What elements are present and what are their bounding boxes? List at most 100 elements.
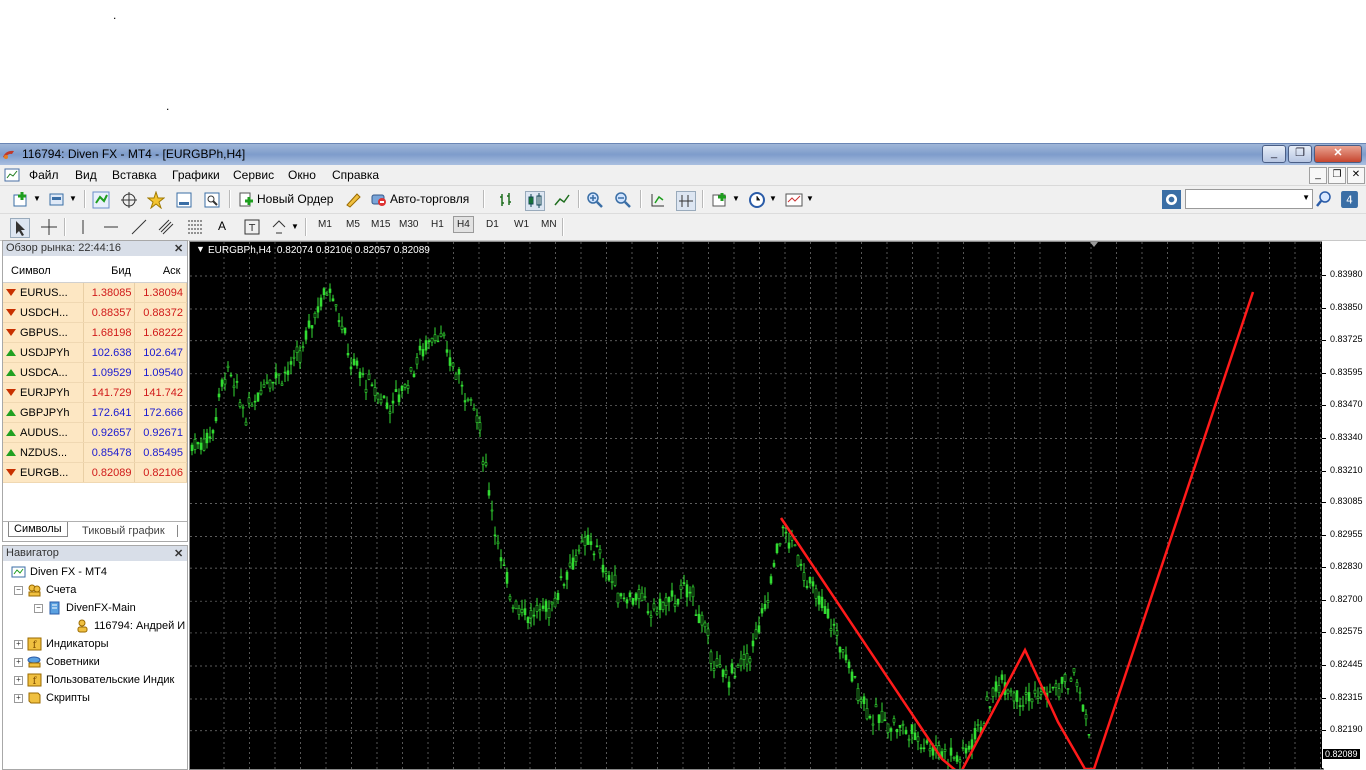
close-icon[interactable]: ✕ bbox=[174, 242, 183, 255]
timeframe-w1[interactable]: W1 bbox=[514, 219, 529, 230]
menu-help[interactable]: Справка bbox=[332, 168, 379, 182]
nav-item-account[interactable]: 116794: Андрей И bbox=[75, 619, 185, 633]
menu-window[interactable]: Окно bbox=[288, 168, 316, 182]
expand-icon[interactable]: + bbox=[14, 639, 23, 649]
periods-clock-icon[interactable] bbox=[748, 191, 766, 209]
price-axis[interactable]: 0.83980 0.83850 0.83725 0.83595 0.83470 0.833… bbox=[1322, 241, 1366, 768]
market-watch-row[interactable]: GBPUS... 1.68198 1.68222 bbox=[3, 322, 187, 343]
minimize-button[interactable]: _ bbox=[1262, 145, 1286, 163]
bar-chart-icon[interactable] bbox=[497, 191, 515, 209]
market-watch-row[interactable]: EURUS... 1.38085 1.38094 bbox=[3, 282, 187, 303]
symbol-cell[interactable]: USDJPYh bbox=[3, 342, 84, 363]
symbol-cell[interactable]: GBPUS... bbox=[3, 322, 84, 343]
mdi-minimize-button[interactable]: _ bbox=[1309, 167, 1327, 184]
market-watch-row[interactable]: EURJPYh 141.729 141.742 bbox=[3, 382, 187, 403]
chart-shift-icon[interactable] bbox=[676, 191, 696, 211]
menu-charts[interactable]: Графики bbox=[172, 168, 220, 182]
market-watch-row[interactable]: EURGB... 0.82089 0.82106 bbox=[3, 462, 187, 483]
expand-icon[interactable]: + bbox=[14, 693, 23, 703]
dropdown-arrow-icon[interactable]: ▼ bbox=[33, 194, 41, 203]
navigator-icon[interactable] bbox=[147, 191, 165, 209]
symbol-cell[interactable]: NZDUS... bbox=[3, 442, 84, 463]
chat-icon[interactable]: 4 bbox=[1340, 190, 1359, 209]
terminal-icon[interactable] bbox=[175, 191, 193, 209]
nav-item-custom-indicators[interactable]: + f Пользовательские Индик bbox=[14, 673, 174, 687]
line-chart-icon[interactable] bbox=[553, 191, 571, 209]
chart-collapse-icon[interactable]: ▼ bbox=[196, 244, 205, 254]
nav-item-experts[interactable]: + Советники bbox=[14, 655, 100, 669]
column-ask[interactable]: Аск bbox=[134, 260, 187, 283]
symbol-cell[interactable]: GBPJPYh bbox=[3, 402, 84, 423]
tab-symbols[interactable]: Символы bbox=[8, 522, 68, 537]
price-chart[interactable]: ▼ EURGBPh,H4 0.82074 0.82106 0.82057 0.8… bbox=[189, 241, 1324, 770]
timeframe-mn[interactable]: MN bbox=[541, 219, 557, 230]
search-icon[interactable] bbox=[1315, 190, 1333, 208]
autotrading-button[interactable]: Авто-торговля bbox=[371, 189, 469, 209]
timeframe-d1[interactable]: D1 bbox=[486, 219, 499, 230]
market-watch-icon[interactable] bbox=[92, 191, 110, 209]
chart-window-icon[interactable] bbox=[4, 167, 20, 183]
trendline-icon[interactable] bbox=[130, 218, 148, 236]
settings-gear-icon[interactable] bbox=[1162, 190, 1181, 209]
menu-view[interactable]: Вид bbox=[75, 168, 97, 182]
candlestick-chart-icon[interactable] bbox=[525, 191, 545, 211]
menu-tools[interactable]: Сервис bbox=[233, 168, 274, 182]
search-dropdown-icon[interactable]: ▼ bbox=[1302, 193, 1310, 202]
profiles-icon[interactable] bbox=[48, 191, 66, 209]
nav-item-server[interactable]: − DivenFX-Main bbox=[34, 601, 136, 615]
fibonacci-icon[interactable] bbox=[186, 218, 204, 236]
market-watch-row[interactable]: USDCA... 1.09529 1.09540 bbox=[3, 362, 187, 383]
timeframe-h1[interactable]: H1 bbox=[431, 219, 444, 230]
collapse-icon[interactable]: − bbox=[14, 585, 23, 595]
market-watch-row[interactable]: USDCH... 0.88357 0.88372 bbox=[3, 302, 187, 323]
new-order-button[interactable]: Новый Ордер bbox=[238, 189, 333, 209]
text-label-icon[interactable]: T bbox=[243, 218, 261, 236]
timeframe-m30[interactable]: M30 bbox=[399, 219, 418, 230]
nav-item-indicators[interactable]: + f Индикаторы bbox=[14, 637, 109, 651]
column-symbol[interactable]: Символ bbox=[3, 260, 84, 283]
market-watch-row[interactable]: USDJPYh 102.638 102.647 bbox=[3, 342, 187, 363]
text-tool-icon[interactable]: A bbox=[218, 219, 226, 233]
menu-file[interactable]: Файл bbox=[29, 168, 59, 182]
dropdown-arrow-icon[interactable]: ▼ bbox=[291, 222, 299, 231]
symbol-cell[interactable]: USDCA... bbox=[3, 362, 84, 383]
mdi-restore-button[interactable]: ❐ bbox=[1328, 167, 1346, 184]
tab-tick-chart[interactable]: Тиковый график bbox=[77, 524, 170, 538]
restore-button[interactable]: ❐ bbox=[1288, 145, 1312, 163]
close-button[interactable]: ✕ bbox=[1314, 145, 1362, 163]
search-input[interactable]: ▼ bbox=[1185, 189, 1313, 209]
mdi-close-button[interactable]: ✕ bbox=[1347, 167, 1365, 184]
symbol-cell[interactable]: AUDUS... bbox=[3, 422, 84, 443]
nav-item-scripts[interactable]: + Скрипты bbox=[14, 691, 90, 705]
market-watch-row[interactable]: GBPJPYh 172.641 172.666 bbox=[3, 402, 187, 423]
market-watch-row[interactable]: AUDUS... 0.92657 0.92671 bbox=[3, 422, 187, 443]
nav-item-accounts[interactable]: − Счета bbox=[14, 583, 76, 597]
indicators-list-icon[interactable] bbox=[711, 191, 729, 209]
data-window-icon[interactable] bbox=[120, 191, 138, 209]
zoom-out-icon[interactable] bbox=[614, 191, 632, 209]
expand-icon[interactable]: + bbox=[14, 657, 23, 667]
dropdown-arrow-icon[interactable]: ▼ bbox=[769, 194, 777, 203]
horizontal-line-icon[interactable] bbox=[102, 218, 120, 236]
collapse-icon[interactable]: − bbox=[34, 603, 43, 613]
templates-icon[interactable] bbox=[785, 191, 803, 209]
timeframe-h4[interactable]: H4 bbox=[453, 216, 474, 233]
close-icon[interactable]: ✕ bbox=[174, 547, 183, 560]
crosshair-icon[interactable] bbox=[40, 218, 58, 236]
nav-item-terminal[interactable]: Diven FX - MT4 bbox=[11, 565, 107, 579]
expand-icon[interactable]: + bbox=[14, 675, 23, 685]
market-watch-row[interactable]: NZDUS... 0.85478 0.85495 bbox=[3, 442, 187, 463]
timeframe-m1[interactable]: M1 bbox=[318, 219, 332, 230]
cursor-icon[interactable] bbox=[10, 218, 30, 238]
autoscroll-icon[interactable] bbox=[649, 191, 667, 209]
dropdown-arrow-icon[interactable]: ▼ bbox=[732, 194, 740, 203]
dropdown-arrow-icon[interactable]: ▼ bbox=[69, 194, 77, 203]
column-bid[interactable]: Бид bbox=[83, 260, 135, 283]
dropdown-arrow-icon[interactable]: ▼ bbox=[806, 194, 814, 203]
symbol-cell[interactable]: EURUS... bbox=[3, 282, 84, 303]
arrows-icon[interactable] bbox=[270, 218, 288, 236]
timeframe-m15[interactable]: M15 bbox=[371, 219, 390, 230]
strategy-tester-icon[interactable] bbox=[203, 191, 221, 209]
menu-insert[interactable]: Вставка bbox=[112, 168, 157, 182]
timeframe-m5[interactable]: M5 bbox=[346, 219, 360, 230]
